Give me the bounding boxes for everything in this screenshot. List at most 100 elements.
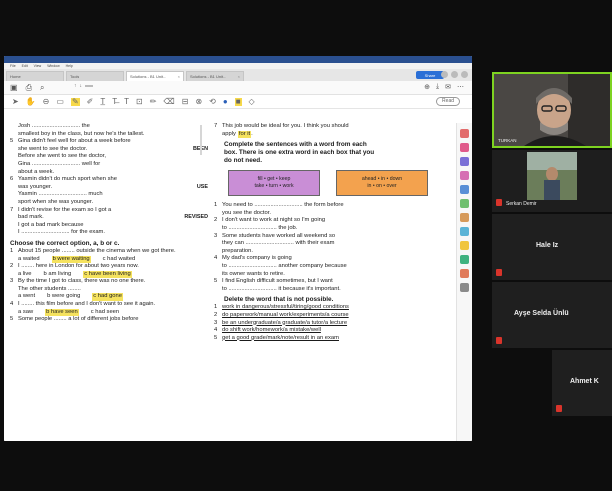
draw-icon[interactable]: ✏ [150,97,157,106]
notifications-icon[interactable] [451,71,458,78]
line-text: sport when she was younger. [18,198,94,205]
search-icon[interactable]: ⌕ [40,83,44,93]
line-text: preparation. [222,247,253,254]
text-line: they can .............................. … [214,240,454,248]
underline-icon[interactable]: T̲ [100,97,105,106]
save-icon[interactable]: ▣ [10,83,18,92]
line-text: You need to ............................… [222,202,344,209]
textbox-icon[interactable]: ⊡ [136,97,143,106]
mail-icon[interactable]: ✉ [445,83,451,91]
answer-option[interactable]: b have seen [45,308,79,317]
scan-icon[interactable] [460,255,469,264]
close-icon[interactable]: × [178,74,180,79]
menu-edit[interactable]: Edit [22,64,28,68]
strikethrough-icon[interactable]: T̶ [112,97,117,106]
participant-tile[interactable]: Hale Iz [492,214,612,280]
text-icon[interactable]: T [124,97,129,106]
note-icon[interactable]: ■ [234,97,242,106]
answer-option[interactable]: a went [18,293,35,301]
line-text: . [251,130,253,137]
line-text: I find English difficult sometimes, but … [222,278,333,285]
line-text: work in dangerous/stressful/tiring/good … [222,304,349,311]
mic-muted-icon [496,269,502,276]
participant-tile[interactable]: Ahmet K [552,350,612,416]
participant-name: Serkan Demir [506,201,537,207]
menu-view[interactable]: View [34,64,42,68]
answer-option[interactable]: c had gone [92,293,123,302]
help-icon[interactable] [441,71,448,78]
line-text: was younger. [18,183,53,190]
line-text: get a good grade/mark/note/result in an … [222,334,339,341]
menu-help[interactable]: Help [66,64,73,68]
highlighter-icon[interactable]: ✎ [70,97,80,106]
participant-tile[interactable]: Serkan Demir [492,150,612,212]
share-button[interactable]: Share [416,71,444,79]
color-picker-icon[interactable]: ● [223,97,228,106]
more-tools-icon[interactable] [460,283,469,292]
participant-tile-speaking[interactable]: TURKAN [492,72,612,148]
line-text: I didn't revise for the exam so I got a [18,206,112,213]
document-left-column: Josh .............................. the s… [10,123,208,324]
page-down-icon[interactable]: ↓ [80,83,83,89]
tab-document[interactable]: Solutions - B1 Unit... × [186,71,244,81]
zoom-icon[interactable]: ⊕ [424,83,430,91]
edit-pdf-icon[interactable] [460,143,469,152]
shapes-icon[interactable]: ◇ [249,97,255,106]
zoom-out-icon[interactable]: ⊖ [43,97,50,106]
answer-option[interactable]: c have been living [83,270,132,279]
create-pdf-icon[interactable] [460,157,469,166]
question-text: About 15 people ........ outside the cin… [18,247,176,254]
menu-window[interactable]: Window [47,64,59,68]
hand-icon[interactable]: ✋ [26,97,36,106]
word-boxes: fill • get • keep take • turn • work ahead… [228,170,454,197]
organize-pages-icon[interactable] [460,199,469,208]
page-up-icon[interactable]: ↑ [74,83,77,89]
sign-icon[interactable]: ⟲ [209,97,216,106]
tab-home[interactable]: Home [6,71,64,81]
document-page[interactable]: Josh .............................. the s… [4,123,456,441]
send-icon[interactable] [460,269,469,278]
text-line: to .............................. anothe… [214,263,454,271]
line-text: I .............................. for the… [18,229,105,236]
account-icon[interactable] [461,71,468,78]
comment-tool-icon[interactable] [460,171,469,180]
download-icon[interactable]: ⤓ [436,83,439,91]
print-icon[interactable]: ⎙ [26,83,32,93]
answer-option[interactable]: c had seen [91,309,119,317]
item-number: 3 [214,319,218,326]
answer-option[interactable]: a saw [18,309,33,317]
more-icon[interactable]: ⋯ [457,83,464,91]
protect-icon[interactable] [460,227,469,236]
close-icon[interactable]: × [238,74,240,79]
answer-options: a saw b have seen c had seen [10,308,208,317]
comment-icon[interactable]: ▭ [56,97,64,106]
answer-options: a waited b were waiting c had waited [10,255,208,264]
answer-option[interactable]: a live [18,271,32,279]
redact-icon[interactable] [460,213,469,222]
question-text: By the time I got to class, there was no… [18,278,146,285]
pen-icon[interactable]: ✐ [87,97,94,106]
combine-files-icon[interactable] [460,185,469,194]
tab-document-active[interactable]: Solutions - B1 Unit... × [126,71,184,81]
menu-file[interactable]: File [10,64,16,68]
read-aloud-button[interactable]: Read [436,97,460,106]
item-number: 2 [10,263,14,270]
answer-option[interactable]: b were going [47,293,80,301]
text-line: Before she went to see the doctor, [10,153,208,161]
question-line: The other students ........ [10,286,208,294]
question-text: I ........ here in London for about two … [18,263,139,270]
page-number-input[interactable] [85,85,93,87]
text-line: 3 Some students have worked all weekend s… [214,233,454,241]
attach-icon[interactable]: ⊗ [195,97,202,106]
stamp-icon[interactable]: ⊟ [182,97,189,106]
select-icon[interactable]: ➤ [12,97,19,106]
answer-option[interactable]: b am living [44,271,72,279]
export-pdf-icon[interactable] [460,129,469,138]
answer-option[interactable]: a waited [18,256,40,264]
participant-tile[interactable]: Ayşe Selda Ünlü [492,282,612,348]
tab-tools[interactable]: Tools [66,71,124,81]
fill-sign-icon[interactable] [460,241,469,250]
answer-option[interactable]: b were waiting [51,255,91,264]
eraser-icon[interactable]: ⌫ [163,97,174,106]
answer-option[interactable]: c had waited [103,256,136,264]
